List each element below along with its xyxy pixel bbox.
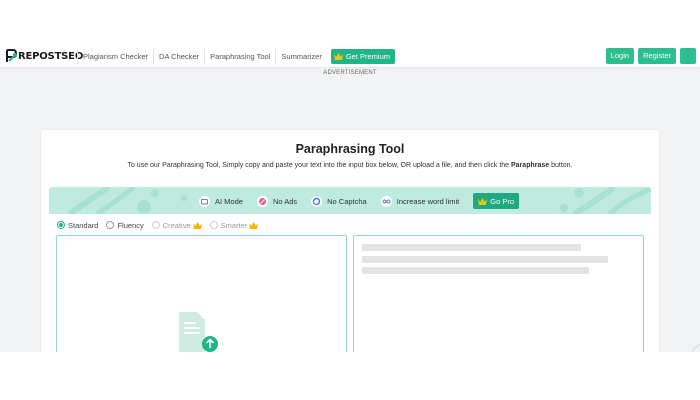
upload-file-icon[interactable] xyxy=(179,312,219,352)
captcha-icon xyxy=(311,195,323,207)
header-actions: Login Register xyxy=(602,48,696,64)
feature-word-limit-label: Increase word limit xyxy=(396,196,460,206)
radio-disabled[interactable] xyxy=(151,221,160,229)
feature-no-captcha: No Captcha xyxy=(311,195,367,207)
logo-p-icon xyxy=(6,49,18,62)
instructions-text-after: button. xyxy=(549,162,573,169)
mode-creative-label: Creative xyxy=(162,220,191,230)
paraphrasing-tool-card: Paraphrasing Tool To use our Paraphrasin… xyxy=(41,130,659,352)
infinity-icon xyxy=(380,195,392,207)
loading-placeholder-line xyxy=(362,244,581,251)
mode-creative[interactable]: Creative xyxy=(151,220,202,230)
instructions-bold: Paraphrase xyxy=(511,162,550,169)
go-pro-label: Go Pro xyxy=(490,196,515,206)
feature-ai-mode: AI Mode xyxy=(199,195,243,207)
advertisement-label: ADVERTISEMENT xyxy=(323,70,377,76)
premium-crown-icon xyxy=(249,221,259,229)
output-text-box xyxy=(353,235,644,352)
nav-paraphrasing-tool[interactable]: Paraphrasing Tool xyxy=(204,49,275,64)
no-ads-icon xyxy=(256,195,268,207)
loading-placeholder-line xyxy=(362,256,608,263)
instructions-text-before: To use our Paraphrasing Tool, Simply cop… xyxy=(127,162,512,169)
feature-no-ads: No Ads xyxy=(256,195,298,207)
register-button[interactable]: Register xyxy=(638,48,676,64)
go-pro-button[interactable]: Go Pro xyxy=(473,193,520,209)
feature-ai-mode-label: AI Mode xyxy=(215,196,243,206)
get-premium-label: Get Premium xyxy=(345,52,391,61)
premium-crown-icon xyxy=(192,221,202,229)
radio-selected[interactable] xyxy=(57,221,65,229)
corner-curve-icon xyxy=(692,344,700,352)
browser-viewport: REPOSTSEO Plagiarism Checker DA Checker … xyxy=(0,45,700,352)
main-nav: Plagiarism Checker DA Checker Paraphrasi… xyxy=(77,49,396,64)
nav-plagiarism-checker[interactable]: Plagiarism Checker xyxy=(77,49,153,64)
feature-word-limit: Increase word limit xyxy=(380,195,460,207)
logo-text: REPOSTSEO xyxy=(18,50,84,62)
ai-mode-icon xyxy=(199,195,210,207)
mode-smarter-label: Smarter xyxy=(220,220,248,230)
mode-smarter[interactable]: Smarter xyxy=(209,220,259,230)
loading-placeholder-line xyxy=(362,267,589,274)
nav-summarizer[interactable]: Summarizer xyxy=(275,49,326,64)
site-logo[interactable]: REPOSTSEO xyxy=(6,49,83,63)
feature-no-captcha-label: No Captcha xyxy=(327,196,367,206)
crown-icon xyxy=(333,53,343,60)
premium-features-banner: AI Mode No Ads No Captcha Increase word … xyxy=(49,187,651,214)
get-premium-button[interactable]: Get Premium xyxy=(330,49,396,64)
radio-unselected[interactable] xyxy=(106,221,115,229)
feature-list: AI Mode No Ads No Captcha Increase word … xyxy=(199,193,520,209)
mode-fluency-label: Fluency xyxy=(117,220,144,230)
menu-button[interactable] xyxy=(680,48,696,64)
site-header: REPOSTSEO Plagiarism Checker DA Checker … xyxy=(0,45,700,68)
input-text-box[interactable] xyxy=(56,235,347,352)
mode-standard[interactable]: Standard xyxy=(57,221,98,230)
login-button[interactable]: Login xyxy=(605,48,635,64)
radio-disabled[interactable] xyxy=(209,221,218,229)
page-title: Paraphrasing Tool xyxy=(295,142,405,156)
tool-instructions: To use our Paraphrasing Tool, Simply cop… xyxy=(41,162,659,169)
crown-icon xyxy=(478,197,488,205)
paraphrase-mode-selector: Standard Fluency Creative Smarter xyxy=(57,219,266,231)
feature-no-ads-label: No Ads xyxy=(272,196,298,206)
mode-standard-label: Standard xyxy=(68,220,99,230)
nav-da-checker[interactable]: DA Checker xyxy=(153,49,204,64)
mode-fluency[interactable]: Fluency xyxy=(106,220,144,230)
page-frame: REPOSTSEO Plagiarism Checker DA Checker … xyxy=(0,0,700,400)
